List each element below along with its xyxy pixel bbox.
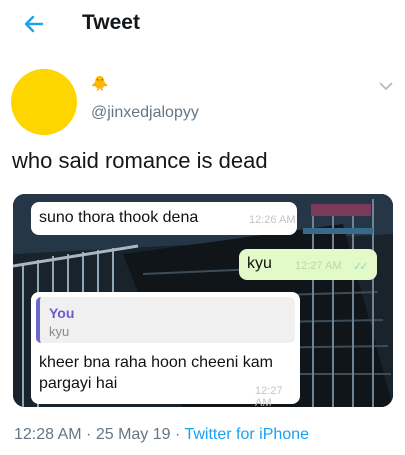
quoted-text: kyu (49, 324, 70, 339)
display-name[interactable]: 🐥 (91, 76, 108, 90)
tweet-image[interactable]: suno thora thook dena 12:26 AM kyu 12:27… (13, 194, 393, 407)
chat-bubble-outgoing: kyu 12:27 AM ✓✓ (239, 249, 377, 280)
tweet-source-link[interactable]: Twitter for iPhone (184, 426, 309, 443)
top-bar: Tweet (0, 0, 405, 50)
quoted-message: You kyu (36, 297, 295, 343)
message-time: 12:27 AM (295, 260, 342, 272)
avatar[interactable] (11, 69, 77, 135)
read-receipt-icon: ✓✓ (353, 261, 369, 273)
chat-bubble-incoming: suno thora thook dena 12:26 AM (31, 202, 297, 235)
message-text: suno thora thook dena (39, 209, 199, 226)
page-title: Tweet (82, 11, 140, 34)
message-time: 12:26 AM (249, 214, 296, 226)
tweet-meta: 12:28 AM · 25 May 19 · Twitter for iPhon… (14, 426, 309, 444)
tweet-timestamp: 12:28 AM · 25 May 19 · (14, 426, 185, 443)
user-handle[interactable]: @jinxedjalopyy (91, 104, 199, 122)
back-arrow-icon[interactable] (20, 10, 48, 38)
message-time: 12:27 AM (255, 385, 283, 407)
tweet-text: who said romance is dead (12, 148, 268, 173)
chevron-down-icon[interactable] (378, 80, 394, 92)
chat-bubble-reply: You kyu kheer bna raha hoon cheeni kam p… (31, 292, 300, 407)
message-text: kyu (247, 255, 272, 272)
quoted-sender: You (49, 305, 75, 321)
